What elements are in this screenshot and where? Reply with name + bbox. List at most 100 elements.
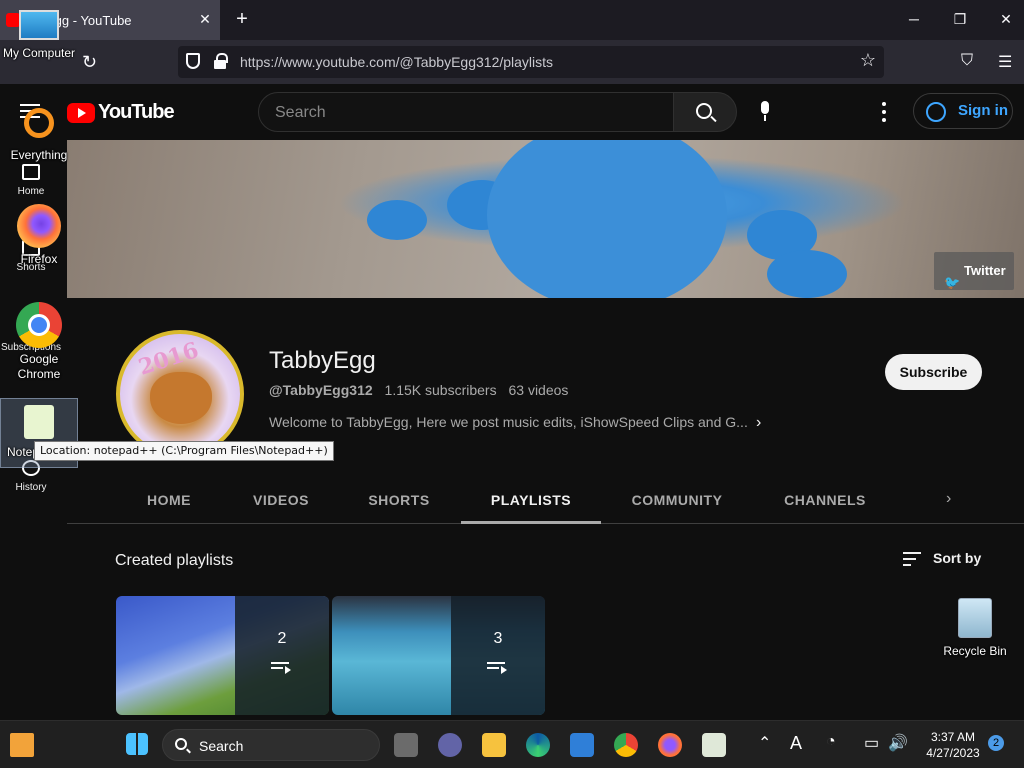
channel-handle: @TabbyEgg312 <box>269 382 373 398</box>
youtube-logo[interactable]: YouTube <box>67 101 175 124</box>
desktop-icon-firefox[interactable]: Firefox <box>2 204 76 266</box>
banner-shape <box>487 140 727 298</box>
tab-videos[interactable]: VIDEOS <box>233 478 329 524</box>
playlist-overlay: 3 <box>451 596 545 715</box>
maximize-button[interactable]: ❐ <box>948 8 972 30</box>
everything-search-icon <box>24 108 54 138</box>
twitter-link-button[interactable]: 🐦 Twitter <box>934 252 1014 290</box>
desktop-icon-label: Recycle Bin <box>943 644 1007 658</box>
app-launcher-icon[interactable] <box>10 733 34 757</box>
tabs-chevron-right-icon[interactable]: › <box>946 490 951 508</box>
windows-taskbar: Search ⌃ A ◔ ▭ 🔊 3:37 AM 4/27/2023 <box>0 720 1024 768</box>
desktop-icon-label: Everything <box>10 148 68 162</box>
channel-tabs: HOME VIDEOS SHORTS PLAYLISTS COMMUNITY C… <box>67 478 1024 524</box>
show-hidden-icons-chevron-up-icon[interactable]: ⌃ <box>758 733 771 753</box>
tab-shorts[interactable]: SHORTS <box>351 478 447 524</box>
chrome-icon <box>16 302 62 348</box>
tracking-protection-shield-icon[interactable] <box>186 53 200 69</box>
bookmark-star-icon[interactable]: ☆ <box>860 50 876 71</box>
banner-shape <box>367 200 427 240</box>
pocket-icon[interactable]: ⛉ <box>961 52 973 70</box>
minimize-button[interactable]: ─ <box>902 8 926 30</box>
guide-item-label: History <box>15 482 47 493</box>
twitter-bird-icon: 🐦 <box>944 275 961 290</box>
description-chevron-right-icon[interactable]: › <box>756 414 761 432</box>
notepadpp-icon <box>24 405 54 439</box>
url-text[interactable]: https://www.youtube.com/@TabbyEgg312/pla… <box>240 54 553 70</box>
teams-chat-icon[interactable] <box>438 733 462 757</box>
notepadpp-taskbar-icon[interactable] <box>702 733 726 757</box>
network-icon[interactable]: ▭ <box>864 733 879 753</box>
chrome-taskbar-icon[interactable] <box>614 733 638 757</box>
voice-search-mic-icon[interactable] <box>759 101 771 121</box>
file-explorer-icon[interactable] <box>482 733 506 757</box>
notification-badge[interactable]: 2 <box>988 735 1004 751</box>
banner-shape <box>767 250 847 298</box>
new-tab-button[interactable]: + <box>232 8 252 30</box>
search-icon <box>175 738 187 750</box>
app-menu-icon[interactable]: ☰ <box>998 52 1012 72</box>
tab-playlists[interactable]: PLAYLISTS <box>461 478 601 524</box>
channel-banner-image <box>67 140 1024 298</box>
tab-home[interactable]: HOME <box>121 478 217 524</box>
desktop-icon-everything[interactable]: Everything <box>2 108 76 162</box>
playlist-video-count: 3 <box>493 630 503 647</box>
windows-start-icon[interactable] <box>126 733 148 755</box>
playlist-card[interactable]: 2 <box>116 596 329 715</box>
window-close-button[interactable]: ✕ <box>994 8 1018 30</box>
playlist-overlay: 2 <box>235 596 329 715</box>
playlist-card[interactable]: 3 <box>332 596 545 715</box>
input-method-icon[interactable]: A <box>790 733 802 754</box>
home-icon <box>22 164 40 180</box>
reload-icon[interactable]: ↻ <box>82 52 97 73</box>
desktop-icon-recycle-bin[interactable]: Recycle Bin <box>940 598 1010 658</box>
playlist-video-count: 2 <box>277 630 287 647</box>
desktop-icon-google-chrome[interactable]: Google Chrome <box>2 302 76 382</box>
desktop-icon-my-computer[interactable]: My Computer <box>2 10 76 60</box>
playlist-icon <box>487 662 507 674</box>
channel-name: TabbyEgg <box>269 347 376 374</box>
settings-more-icon[interactable] <box>882 102 886 122</box>
playlist-icon <box>271 662 291 674</box>
lock-icon[interactable] <box>214 53 228 69</box>
volume-icon[interactable]: 🔊 <box>888 733 908 753</box>
sign-in-button[interactable]: Sign in <box>913 93 1013 129</box>
cat-face-shape <box>150 372 212 424</box>
youtube-masthead: YouTube Sign in <box>0 84 1024 140</box>
youtube-logo-text: YouTube <box>98 101 175 123</box>
tab-channels[interactable]: CHANNELS <box>765 478 885 524</box>
edge-icon[interactable] <box>526 733 550 757</box>
channel-description[interactable]: Welcome to TabbyEgg, Here we post music … <box>269 414 748 430</box>
search-box <box>258 92 674 132</box>
task-view-icon[interactable] <box>394 733 418 757</box>
twitter-link-label: Twitter <box>964 263 1006 278</box>
subscriber-count: 1.15K subscribers <box>384 382 497 398</box>
desktop-icon-label: My Computer <box>2 46 76 60</box>
search-input[interactable] <box>275 103 655 123</box>
section-title: Created playlists <box>115 552 234 569</box>
taskbar-search-label: Search <box>199 738 244 754</box>
taskbar-clock[interactable]: 3:37 AM 4/27/2023 <box>918 729 988 761</box>
firefox-taskbar-icon[interactable] <box>658 733 682 757</box>
notepadpp-location-tooltip: Location: notepad++ (C:\Program Files\No… <box>34 441 334 461</box>
desktop-icon-label: Google Chrome <box>17 352 61 381</box>
browser-tab-strip: Egg - YouTube ✕ + ─ ❐ ✕ <box>0 0 1024 40</box>
clock-time: 3:37 AM <box>930 730 976 744</box>
desktop-icon-label: Firefox <box>20 252 58 266</box>
video-count: 63 videos <box>508 382 569 398</box>
search-button[interactable] <box>673 92 737 132</box>
close-tab-button[interactable]: ✕ <box>196 10 214 28</box>
recycle-bin-icon <box>958 598 992 638</box>
channel-avatar: 2016 <box>116 330 244 458</box>
clock-sync-icon[interactable]: ◔ <box>826 733 836 751</box>
sort-by-label: Sort by <box>933 550 982 566</box>
address-bar[interactable]: https://www.youtube.com/@TabbyEgg312/pla… <box>178 46 884 78</box>
guide-item-home[interactable]: Home <box>0 164 62 197</box>
taskbar-search[interactable]: Search <box>162 729 380 761</box>
guide-item-label: Home <box>17 186 45 197</box>
search-icon <box>696 103 712 119</box>
subscribe-button[interactable]: Subscribe <box>885 354 982 390</box>
microsoft-store-icon[interactable] <box>570 733 594 757</box>
tab-community[interactable]: COMMUNITY <box>613 478 741 524</box>
browser-navigation-bar: ↻ https://www.youtube.com/@TabbyEgg312/p… <box>0 40 1024 84</box>
